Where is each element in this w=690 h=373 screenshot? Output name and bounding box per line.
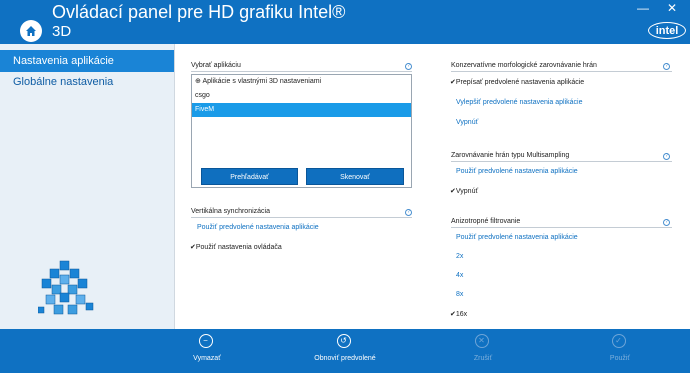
delete-label: Vymazať (193, 355, 221, 362)
scan-button[interactable]: Skenovať (306, 168, 404, 185)
restore-icon: ↺ (337, 334, 351, 348)
cmaa-off-option[interactable]: Vypnúť (456, 119, 478, 126)
cube-illustration (38, 260, 94, 315)
help-icon[interactable]: ? (663, 219, 670, 226)
vsync-heading: Vertikálna synchronizácia (191, 208, 270, 215)
divider (191, 71, 412, 72)
close-icon: ✕ (666, 1, 678, 15)
minimize-button[interactable]: — (636, 1, 650, 15)
minus-circle-icon: − (199, 334, 213, 348)
apply-label: Použiť (609, 355, 631, 362)
divider (451, 71, 672, 72)
action-bar: − Vymazať ↺ Obnoviť predvolené ✕ Zrušiť … (0, 329, 690, 373)
intel-logo: intel (648, 22, 686, 39)
cmaa-heading: Konzervatívne morfologické zarovnávanie … (451, 62, 597, 69)
cmaa-enhance-option[interactable]: Vylepšiť predvolené nastavenia aplikácie (456, 99, 583, 106)
aniso-2x-option[interactable]: 2x (456, 253, 463, 260)
msaa-use-app-default[interactable]: Použiť predvolené nastavenia aplikácie (456, 168, 578, 175)
cancel-button[interactable]: ✕ Zrušiť (443, 329, 523, 373)
apply-check-icon: ✓ (612, 334, 626, 348)
home-icon (26, 26, 36, 36)
restore-defaults-button[interactable]: ↺ Obnoviť predvolené (305, 329, 385, 373)
delete-button[interactable]: − Vymazať (167, 329, 247, 373)
aniso-16x-option[interactable]: ✔16x (450, 310, 467, 318)
cancel-label: Zrušiť (473, 355, 493, 362)
aniso-use-app-default[interactable]: Použiť predvolené nastavenia aplikácie (456, 234, 578, 241)
divider (451, 227, 672, 228)
restore-label: Obnoviť predvolené (314, 355, 376, 362)
header-bar: Ovládací panel pre HD grafiku Intel® 3D … (0, 0, 690, 44)
list-item-selected[interactable]: FiveM (192, 103, 411, 117)
help-icon[interactable]: ? (663, 153, 670, 160)
divider (191, 217, 412, 218)
help-icon[interactable]: ? (663, 63, 670, 70)
help-icon[interactable]: ? (405, 63, 412, 70)
msaa-off-option[interactable]: ✔Vypnúť (450, 187, 478, 195)
aniso-4x-option[interactable]: 4x (456, 272, 463, 279)
browse-button[interactable]: Prehľadávať (201, 168, 298, 185)
page-subtitle: 3D (52, 23, 72, 40)
list-item[interactable]: ⊕ Aplikácie s vlastnými 3D nastaveniami (192, 75, 411, 89)
apply-button[interactable]: ✓ Použiť (580, 329, 660, 373)
vsync-use-driver-option[interactable]: ✔Použiť nastavenia ovládača (190, 243, 282, 251)
aniso-heading: Anizotropné filtrovanie (451, 218, 521, 225)
sidebar-item-global-settings[interactable]: Globálne nastavenia (0, 71, 174, 93)
help-icon[interactable]: ? (405, 209, 412, 216)
minimize-icon: — (637, 1, 649, 15)
list-item[interactable]: csgo (192, 89, 411, 103)
divider (451, 161, 672, 162)
sidebar-item-app-settings[interactable]: Nastavenia aplikácie (0, 50, 174, 72)
msaa-heading: Zarovnávanie hrán typu Multisampling (451, 152, 570, 159)
cmaa-override-option[interactable]: ✔Prepísať predvolené nastavenia aplikáci… (450, 78, 584, 86)
window-title: Ovládací panel pre HD grafiku Intel® (52, 2, 346, 22)
aniso-8x-option[interactable]: 8x (456, 291, 463, 298)
close-button[interactable]: ✕ (665, 1, 679, 15)
sidebar: Nastavenia aplikácie Globálne nastavenia (0, 44, 174, 329)
application-list[interactable]: ⊕ Aplikácie s vlastnými 3D nastaveniami … (191, 74, 412, 188)
app-select-heading: Vybrať aplikáciu (191, 62, 241, 69)
home-button[interactable] (20, 20, 42, 42)
vsync-use-app-default[interactable]: Použiť predvolené nastavenia aplikácie (197, 224, 319, 231)
cancel-x-icon: ✕ (475, 334, 489, 348)
custom-3d-icon: ⊕ (195, 78, 201, 85)
